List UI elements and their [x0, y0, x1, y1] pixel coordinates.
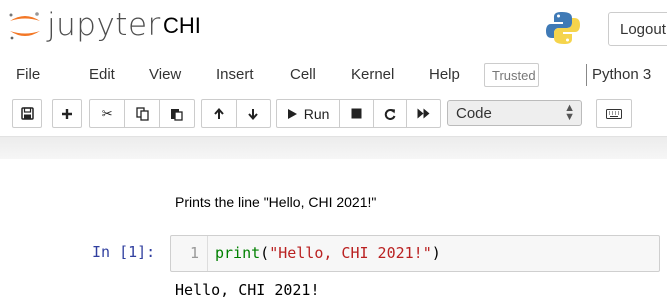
interrupt-button[interactable] [339, 100, 373, 127]
save-button[interactable] [13, 100, 41, 127]
copy-icon [135, 106, 149, 121]
stop-icon [351, 108, 362, 119]
restart-run-all-button[interactable] [406, 100, 440, 127]
code-paren-close: ) [431, 244, 441, 262]
kernel-divider [586, 64, 587, 86]
trusted-indicator[interactable]: Trusted [484, 63, 539, 87]
plus-icon [62, 108, 72, 119]
notebook-title[interactable]: CHI [163, 13, 201, 39]
markdown-cell-text[interactable]: Prints the line "Hello, CHI 2021!" [175, 194, 376, 210]
paste-icon [171, 108, 183, 121]
cell-type-value: Code [456, 105, 492, 122]
cell-type-select[interactable]: Code ▲ ▼ [447, 100, 582, 126]
run-label: Run [303, 105, 330, 122]
header: jupyter CHI Logout [0, 0, 667, 56]
python-logo-icon [546, 12, 580, 44]
select-arrows-icon: ▲ ▼ [564, 102, 575, 123]
edit-group: ✂ [89, 99, 195, 128]
insert-cell-button[interactable] [53, 100, 81, 127]
code-string: "Hello, CHI 2021!" [269, 244, 432, 262]
kernel-name[interactable]: Python 3 [592, 66, 651, 83]
code-builtin: print [215, 244, 261, 262]
logout-button[interactable]: Logout [608, 12, 667, 46]
jupyter-wordmark[interactable]: jupyter [47, 7, 161, 43]
menu-help[interactable]: Help [429, 66, 460, 83]
cut-icon: ✂ [101, 105, 113, 121]
cut-button[interactable]: ✂ [90, 100, 124, 127]
code-cell-input[interactable]: 1 print("Hello, CHI 2021!") [170, 235, 660, 272]
run-group: Run [276, 99, 441, 128]
jupyter-logo-icon[interactable] [8, 12, 42, 40]
keyboard-icon [606, 108, 622, 119]
paste-button[interactable] [158, 100, 194, 127]
code-line[interactable]: print("Hello, CHI 2021!") [215, 244, 441, 262]
run-button[interactable]: Run [277, 100, 339, 127]
move-down-button[interactable] [235, 100, 271, 127]
run-icon [287, 108, 297, 119]
line-number: 1 [190, 244, 200, 262]
arrow-up-icon [214, 107, 224, 119]
restart-button[interactable] [372, 100, 407, 127]
insert-group [52, 99, 82, 128]
save-group [12, 99, 42, 128]
save-icon [20, 107, 34, 120]
code-paren-open: ( [260, 244, 270, 262]
fast-forward-icon [417, 108, 430, 119]
menu-bar: File Edit View Insert Cell Kernel Help [0, 56, 667, 94]
notebook-background-band [0, 136, 667, 159]
menu-cell[interactable]: Cell [290, 66, 316, 83]
copy-button[interactable] [124, 100, 158, 127]
move-up-button[interactable] [202, 100, 236, 127]
command-palette-button[interactable] [596, 99, 632, 128]
restart-icon [384, 108, 396, 120]
menu-file[interactable]: File [16, 66, 40, 83]
cell-output: Hello, CHI 2021! [175, 281, 320, 299]
menu-insert[interactable]: Insert [216, 66, 254, 83]
input-prompt: In [1]: [92, 243, 156, 261]
line-gutter [207, 236, 208, 271]
menu-edit[interactable]: Edit [89, 66, 115, 83]
move-group [201, 99, 271, 128]
menu-kernel[interactable]: Kernel [351, 66, 394, 83]
arrow-down-icon [248, 108, 258, 120]
menu-view[interactable]: View [149, 66, 181, 83]
